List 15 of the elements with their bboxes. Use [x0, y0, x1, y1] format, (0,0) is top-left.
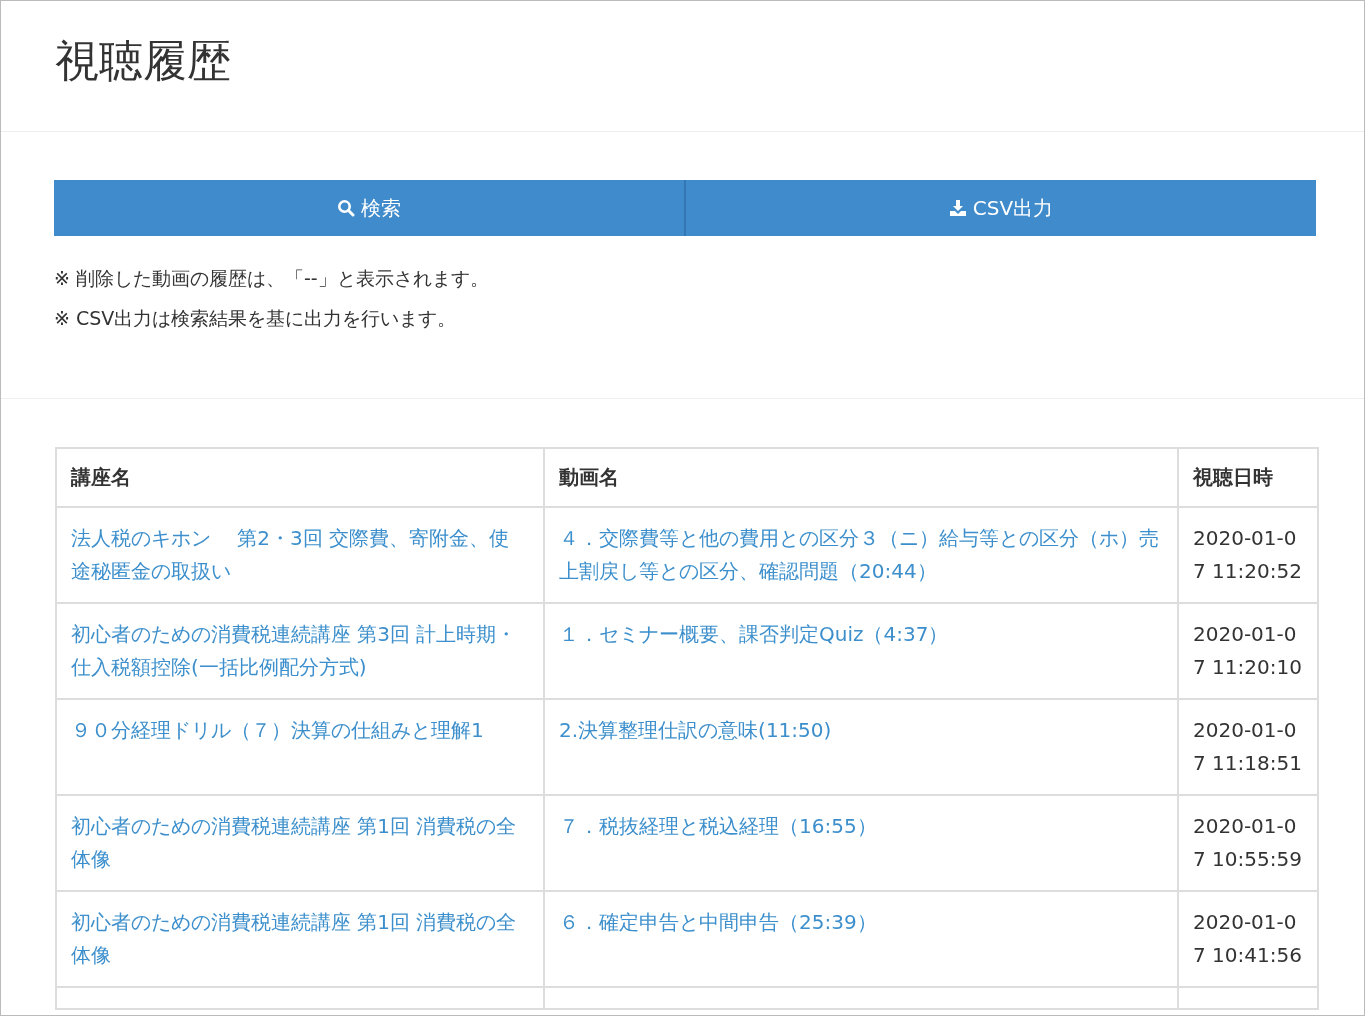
column-header: 視聴日時: [1178, 448, 1318, 507]
date-cell: 2020-01-07 11:20:10: [1193, 622, 1302, 679]
column-header: 動画名: [544, 448, 1178, 507]
search-button[interactable]: 検索: [54, 180, 686, 236]
date-cell: 2020-01-07 10:41:56: [1193, 910, 1302, 967]
date-cell: 2020-01-07 11:18:51: [1193, 718, 1302, 775]
download-icon: [948, 199, 967, 217]
page-title: 視聴履歴: [55, 34, 231, 88]
note-text: ※ CSV出力は検索結果を基に出力を行います。: [54, 306, 457, 331]
search-icon: [337, 199, 355, 217]
csv-export-button[interactable]: CSV出力: [686, 180, 1316, 236]
date-cell: 2020-01-07 10:55:59: [1193, 814, 1302, 871]
column-header: 講座名: [56, 448, 544, 507]
note-text: ※ 削除した動画の履歴は、「--」と表示されます。: [54, 266, 489, 291]
date-cell: 2020-01-07 11:20:52: [1193, 526, 1302, 583]
